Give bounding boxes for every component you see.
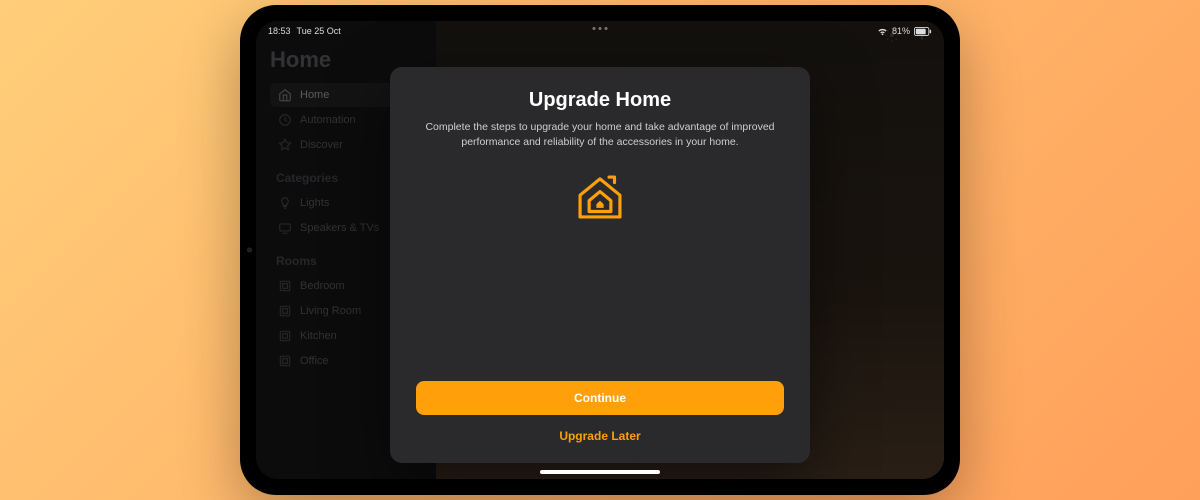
- upgrade-modal: Upgrade Home Complete the steps to upgra…: [390, 67, 810, 463]
- status-bar: 18:53 Tue 25 Oct 81%: [256, 21, 944, 41]
- multitask-dots[interactable]: [593, 27, 608, 30]
- modal-title: Upgrade Home: [390, 89, 810, 112]
- battery-percent: 81%: [892, 26, 910, 36]
- upgrade-later-button[interactable]: Upgrade Later: [416, 425, 784, 447]
- modal-body: Complete the steps to upgrade your home …: [390, 120, 810, 150]
- status-time: 18:53: [268, 26, 291, 36]
- wifi-icon: [877, 27, 888, 36]
- home-upgrade-icon: [571, 168, 629, 226]
- status-date: Tue 25 Oct: [297, 26, 341, 36]
- continue-button[interactable]: Continue: [416, 381, 784, 415]
- screen: 18:53 Tue 25 Oct 81% Home Home Auto: [256, 21, 944, 479]
- ipad-frame: 18:53 Tue 25 Oct 81% Home Home Auto: [240, 5, 960, 495]
- battery-icon: [914, 27, 932, 36]
- home-indicator[interactable]: [540, 470, 660, 474]
- camera-dot: [247, 248, 252, 253]
